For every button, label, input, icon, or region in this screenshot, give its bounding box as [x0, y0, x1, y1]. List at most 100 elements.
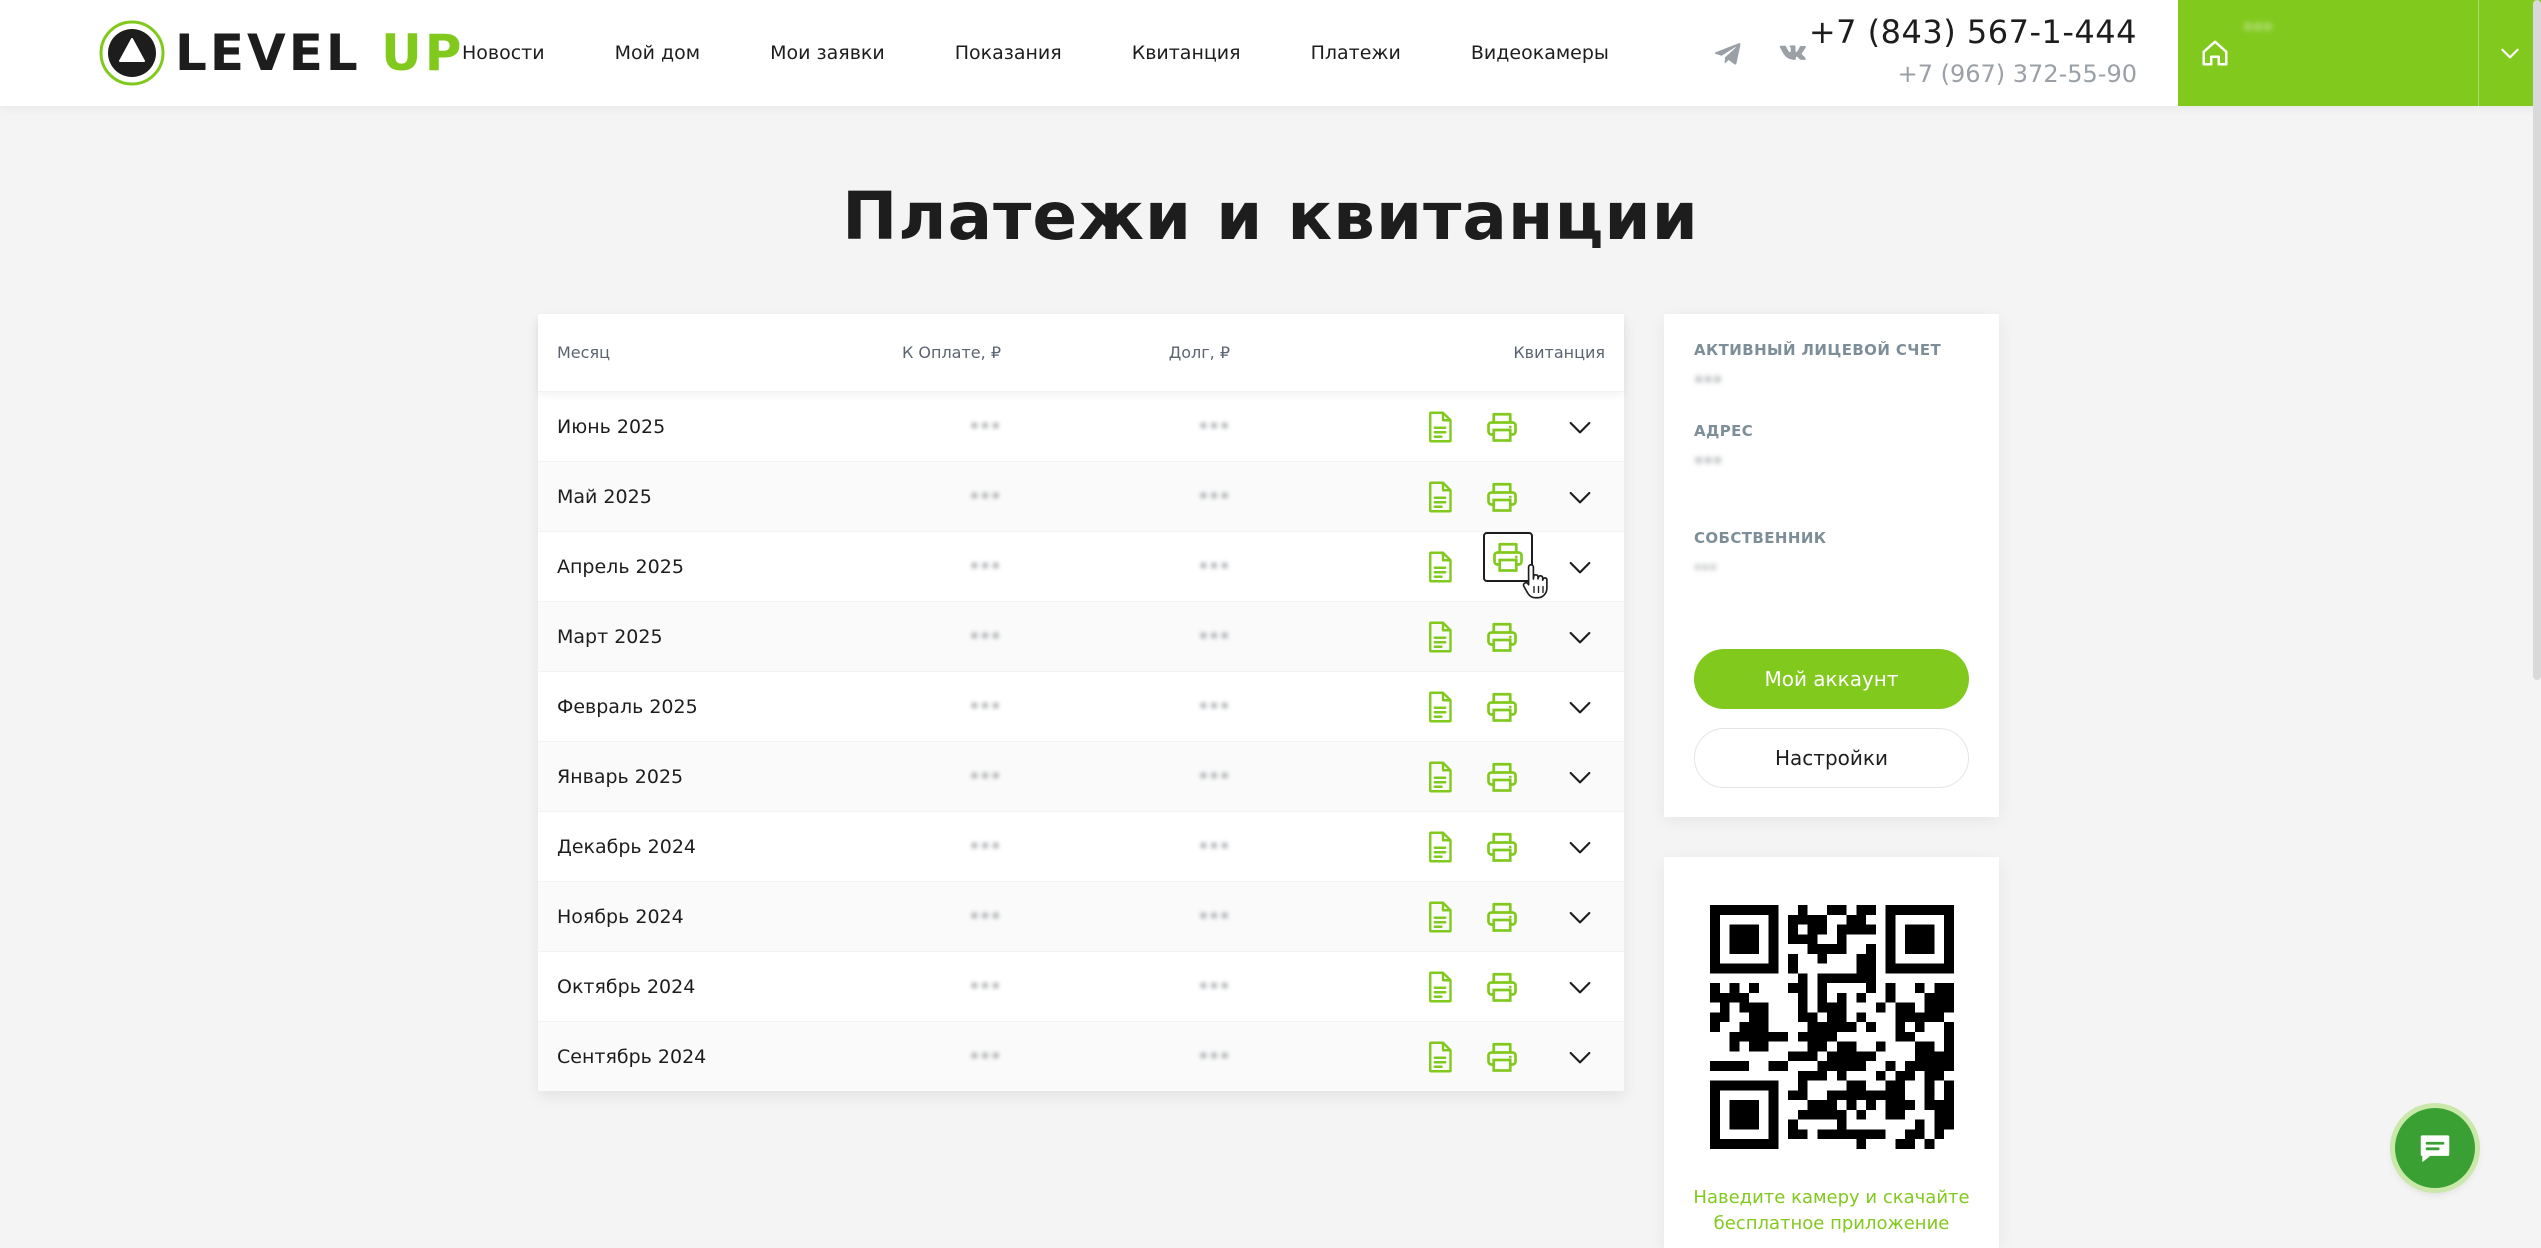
- active-account-label: Активный лицевой счет: [1694, 341, 1942, 359]
- document-icon: [1429, 761, 1452, 793]
- settings-button[interactable]: Настройки: [1694, 728, 1969, 788]
- printer-icon: [1487, 762, 1517, 792]
- row-month: Октябрь 2024: [557, 976, 696, 998]
- row-amount-to-pay: •••: [969, 836, 1001, 857]
- app-qr-card: Наведите камеру и скачайте бесплатное пр…: [1664, 857, 1999, 1248]
- nav-item-my-requests[interactable]: Мои заявки: [770, 42, 885, 64]
- view-receipt-button[interactable]: [1422, 619, 1458, 655]
- view-receipt-button[interactable]: [1422, 689, 1458, 725]
- column-receipt: Квитанция: [1513, 343, 1605, 362]
- view-receipt-button[interactable]: [1422, 969, 1458, 1005]
- row-amount-to-pay: •••: [969, 626, 1001, 647]
- expand-row-button[interactable]: [1564, 621, 1596, 653]
- chevron-down-icon: [1569, 561, 1591, 574]
- row-month: Декабрь 2024: [557, 836, 697, 858]
- account-toggle-button[interactable]: [2478, 0, 2541, 106]
- row-debt: •••: [1198, 416, 1230, 437]
- print-receipt-button[interactable]: [1484, 479, 1520, 515]
- chevron-down-icon: [1569, 981, 1591, 994]
- printer-icon: [1487, 412, 1517, 442]
- site-header: LEVEL UP Новости Мой дом Мои заявки Пока…: [0, 0, 2541, 106]
- view-receipt-button[interactable]: [1422, 899, 1458, 935]
- contact-phones: +7 (843) 567-1-444 +7 (967) 372-55-90: [1809, 12, 2137, 92]
- document-icon: [1429, 831, 1452, 863]
- qr-caption: Наведите камеру и скачайте бесплатное пр…: [1693, 1187, 1970, 1234]
- row-month: Апрель 2025: [557, 556, 684, 578]
- table-row: Ноябрь 2024 ••• •••: [538, 881, 1624, 951]
- row-month: Июнь 2025: [557, 416, 666, 438]
- print-receipt-button[interactable]: [1484, 829, 1520, 865]
- logo-text: LEVEL UP: [175, 24, 465, 82]
- expand-row-button[interactable]: [1564, 481, 1596, 513]
- nav-item-receipt[interactable]: Квитанция: [1132, 42, 1241, 64]
- row-debt: •••: [1198, 766, 1230, 787]
- row-amount-to-pay: •••: [969, 976, 1001, 997]
- view-receipt-button[interactable]: [1422, 479, 1458, 515]
- expand-row-button[interactable]: [1564, 691, 1596, 723]
- row-month: Май 2025: [557, 486, 652, 508]
- chevron-down-icon: [1569, 491, 1591, 504]
- nav-item-readings[interactable]: Показания: [955, 42, 1062, 64]
- view-receipt-button[interactable]: [1422, 759, 1458, 795]
- phone-secondary[interactable]: +7 (967) 372-55-90: [1809, 56, 2137, 92]
- table-row: Июнь 2025 ••• •••: [538, 391, 1624, 461]
- vk-icon: [1779, 45, 1806, 60]
- logo[interactable]: LEVEL UP: [99, 20, 464, 86]
- phone-primary[interactable]: +7 (843) 567-1-444: [1809, 12, 2137, 52]
- row-debt: •••: [1198, 1046, 1230, 1067]
- nav-item-news[interactable]: Новости: [462, 42, 545, 64]
- owner-value: •••: [1694, 561, 1718, 576]
- table-row: Март 2025 ••• •••: [538, 601, 1624, 671]
- print-receipt-button[interactable]: [1484, 409, 1520, 445]
- address-label: Адрес: [1694, 422, 1754, 440]
- chat-button[interactable]: [2395, 1108, 2475, 1188]
- expand-row-button[interactable]: [1564, 901, 1596, 933]
- chevron-down-icon: [1569, 701, 1591, 714]
- active-account-value: •••: [1694, 370, 1723, 389]
- address-value: •••: [1694, 451, 1723, 470]
- view-receipt-button[interactable]: [1422, 829, 1458, 865]
- expand-row-button[interactable]: [1564, 551, 1596, 583]
- printer-icon: [1487, 692, 1517, 722]
- row-amount-to-pay: •••: [969, 1046, 1001, 1067]
- row-month: Январь 2025: [557, 766, 684, 788]
- chevron-down-icon: [2500, 48, 2519, 59]
- column-debt: Долг, ₽: [1168, 343, 1230, 362]
- chevron-down-icon: [1569, 421, 1591, 434]
- nav-item-my-home[interactable]: Мой дом: [615, 42, 701, 64]
- print-receipt-button[interactable]: [1484, 1039, 1520, 1075]
- document-icon: [1429, 971, 1452, 1003]
- document-icon: [1429, 411, 1452, 443]
- table-row: Февраль 2025 ••• •••: [538, 671, 1624, 741]
- vk-link[interactable]: [1777, 38, 1807, 68]
- expand-row-button[interactable]: [1564, 411, 1596, 443]
- expand-row-button[interactable]: [1564, 971, 1596, 1003]
- expand-row-button[interactable]: [1564, 1041, 1596, 1073]
- expand-row-button[interactable]: [1564, 831, 1596, 863]
- account-selector[interactable]: •••: [2178, 0, 2541, 106]
- print-receipt-button[interactable]: [1484, 759, 1520, 795]
- account-address-text: •••: [2243, 18, 2274, 38]
- print-receipt-button[interactable]: [1484, 899, 1520, 935]
- expand-row-button[interactable]: [1564, 761, 1596, 793]
- document-icon: [1429, 901, 1452, 933]
- view-receipt-button[interactable]: [1422, 409, 1458, 445]
- telegram-link[interactable]: [1713, 38, 1743, 68]
- nav-item-payments[interactable]: Платежи: [1311, 42, 1401, 64]
- my-account-button[interactable]: Мой аккаунт: [1694, 649, 1969, 709]
- row-debt: •••: [1198, 906, 1230, 927]
- print-receipt-button[interactable]: [1483, 532, 1533, 582]
- print-receipt-button[interactable]: [1484, 689, 1520, 725]
- view-receipt-button[interactable]: [1422, 1039, 1458, 1075]
- chat-icon: [2420, 1135, 2450, 1163]
- nav-item-cameras[interactable]: Видеокамеры: [1471, 42, 1609, 64]
- payments-table: Месяц К Оплате, ₽ Долг, ₽ Квитанция Июнь…: [538, 314, 1624, 1091]
- column-month: Месяц: [557, 343, 610, 362]
- row-debt: •••: [1198, 976, 1230, 997]
- chevron-down-icon: [1569, 771, 1591, 784]
- view-receipt-button[interactable]: [1422, 549, 1458, 585]
- print-receipt-button[interactable]: [1484, 969, 1520, 1005]
- print-receipt-button[interactable]: [1484, 619, 1520, 655]
- page-scrollbar[interactable]: [2533, 0, 2541, 680]
- document-icon: [1429, 691, 1452, 723]
